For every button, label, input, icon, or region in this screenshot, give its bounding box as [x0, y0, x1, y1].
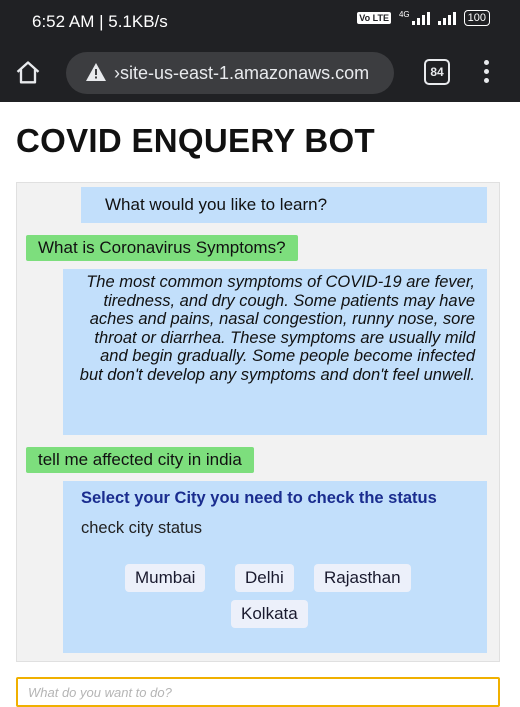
city-button-delhi[interactable]: Delhi	[235, 564, 294, 592]
signal-icon	[411, 11, 430, 25]
status-bar: 6:52 AM | 5.1KB/s Vo LTE 4G 100	[0, 0, 520, 44]
bot-message: The most common symptoms of COVID-19 are…	[63, 269, 487, 435]
chat-input[interactable]	[16, 677, 500, 707]
bot-message: What would you like to learn?	[81, 187, 487, 223]
home-icon	[16, 61, 40, 84]
network-type-icon: 4G	[398, 10, 410, 19]
tab-switcher-button[interactable]: 84	[424, 59, 450, 85]
status-time: 6:52 AM | 5.1KB/s	[32, 12, 168, 31]
menu-icon[interactable]	[484, 60, 490, 86]
city-button-rajasthan[interactable]: Rajasthan	[314, 564, 411, 592]
url-text[interactable]: ›site-us-east-1.amazonaws.com	[114, 63, 369, 84]
volte-icon: Vo LTE	[357, 12, 391, 24]
city-card-subtitle: check city status	[81, 519, 203, 537]
home-button[interactable]	[14, 59, 42, 87]
user-message: What is Coronavirus Symptoms?	[26, 235, 298, 261]
warning-icon[interactable]	[86, 63, 106, 81]
city-card-title: Select your City you need to check the s…	[81, 489, 437, 507]
status-icons: Vo LTE 4G 100	[357, 10, 490, 26]
city-button-mumbai[interactable]: Mumbai	[125, 564, 206, 592]
chat-window[interactable]: What would you like to learn? What is Co…	[16, 182, 500, 662]
city-select-card: Select your City you need to check the s…	[63, 481, 487, 653]
signal-icon-sim2	[437, 11, 456, 25]
browser-toolbar: ›site-us-east-1.amazonaws.com 84	[0, 44, 520, 102]
user-message: tell me affected city in india	[26, 447, 254, 473]
battery-icon: 100	[463, 10, 490, 26]
page-title: COVID ENQUERY BOT	[16, 122, 375, 159]
city-button-kolkata[interactable]: Kolkata	[231, 600, 308, 628]
address-bar[interactable]: ›site-us-east-1.amazonaws.com	[66, 52, 394, 94]
